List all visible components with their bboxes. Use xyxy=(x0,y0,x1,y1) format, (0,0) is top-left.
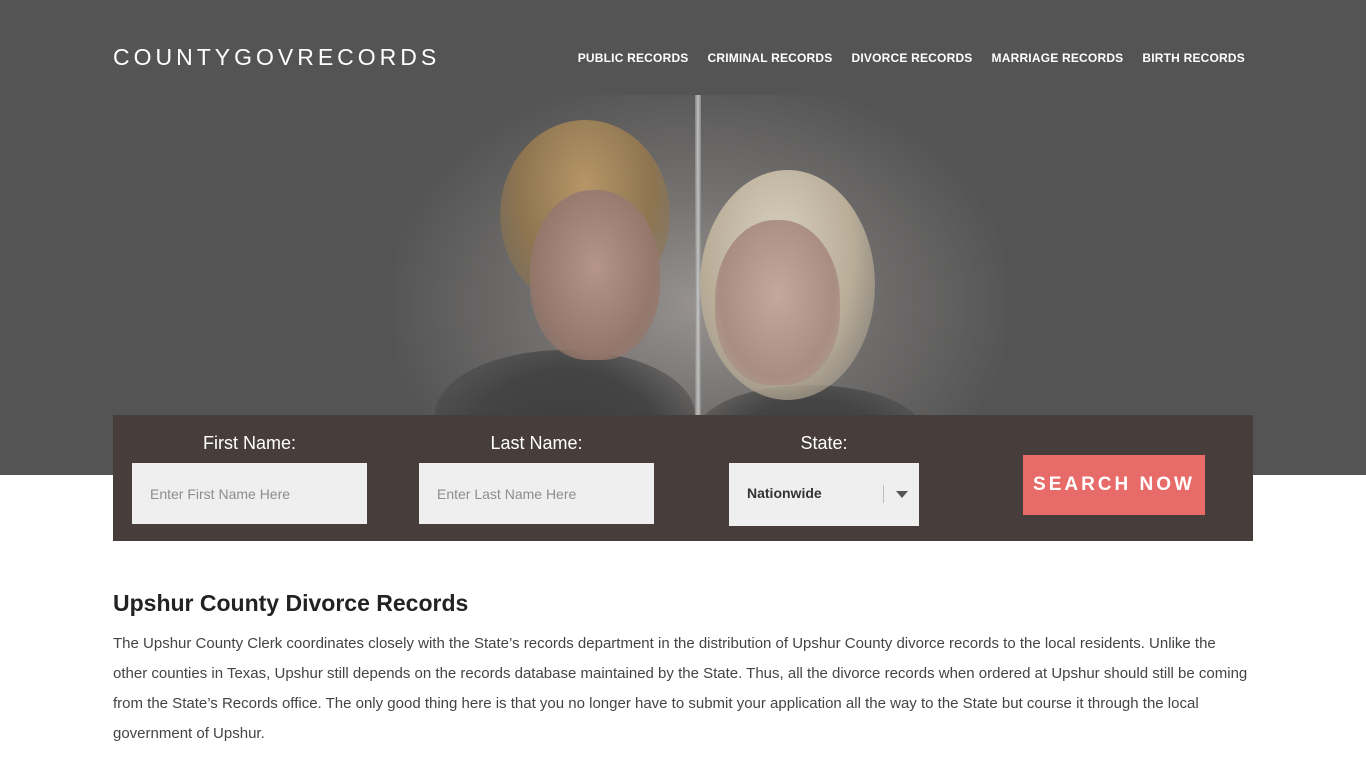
photo-pole xyxy=(695,95,701,415)
state-label: State: xyxy=(800,433,848,453)
state-selected-value: Nationwide xyxy=(747,485,822,501)
intro-paragraph: The Upshur County Clerk coordinates clos… xyxy=(113,635,1248,742)
nav-public-records[interactable]: PUBLIC RECORDS xyxy=(578,51,689,65)
nav-divorce-records[interactable]: DIVORCE RECORDS xyxy=(852,51,973,65)
photo-man-face xyxy=(530,190,660,360)
site-logo[interactable]: COUNTYGOVRECORDS xyxy=(113,44,440,71)
state-select[interactable]: Nationwide xyxy=(729,463,919,526)
main-nav: PUBLIC RECORDS CRIMINAL RECORDS DIVORCE … xyxy=(578,51,1245,65)
chevron-down-icon[interactable] xyxy=(896,491,908,498)
last-name-label: Last Name: xyxy=(490,433,583,453)
page-title: Upshur County Divorce Records xyxy=(113,590,469,616)
nav-marriage-records[interactable]: MARRIAGE RECORDS xyxy=(992,51,1124,65)
search-form: First Name: Last Name: State: Nationwide… xyxy=(113,415,1253,541)
select-separator xyxy=(883,485,884,503)
first-name-input[interactable] xyxy=(132,463,367,524)
photo-woman-face xyxy=(715,220,840,385)
first-name-label: First Name: xyxy=(202,433,296,453)
nav-birth-records[interactable]: BIRTH RECORDS xyxy=(1142,51,1245,65)
nav-criminal-records[interactable]: CRIMINAL RECORDS xyxy=(708,51,833,65)
hero-section: COUNTYGOVRECORDS PUBLIC RECORDS CRIMINAL… xyxy=(0,0,1366,475)
search-now-button[interactable]: SEARCH NOW xyxy=(1023,455,1205,515)
main-content: Upshur County Divorce Records The Upshur… xyxy=(113,590,1253,749)
last-name-input[interactable] xyxy=(419,463,654,524)
